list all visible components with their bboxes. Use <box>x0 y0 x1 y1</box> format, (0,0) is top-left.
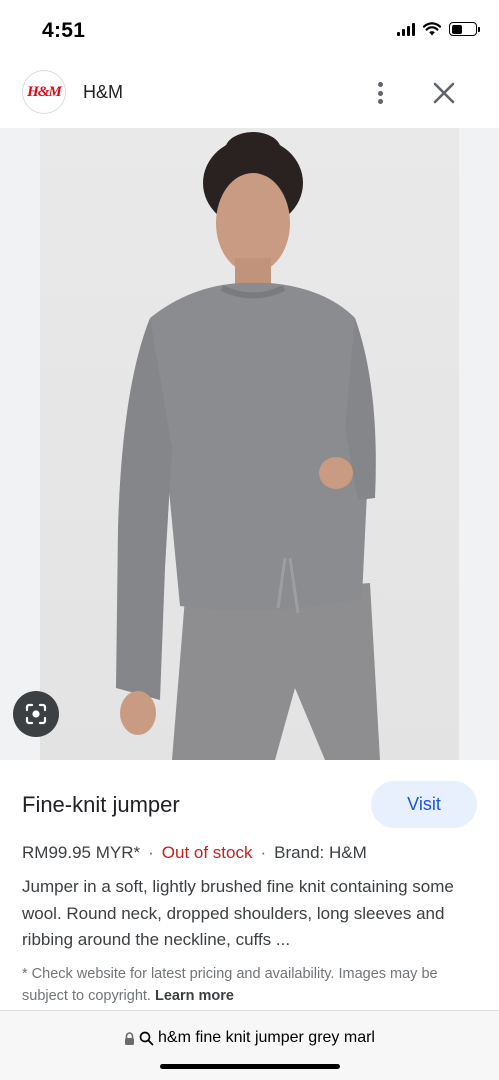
site-logo: H&M <box>22 70 66 114</box>
product-image-area <box>0 128 499 760</box>
product-image[interactable] <box>40 128 459 760</box>
search-query: h&m fine knit jumper grey marl <box>158 1029 375 1046</box>
model-illustration <box>116 132 380 760</box>
address-bar[interactable]: h&m fine knit jumper grey marl <box>0 1010 499 1080</box>
home-indicator <box>160 1064 340 1069</box>
lens-icon <box>25 703 47 725</box>
visit-button[interactable]: Visit <box>371 781 477 828</box>
signal-icon <box>397 22 415 36</box>
lock-icon <box>125 1031 135 1045</box>
result-header: H&M H&M <box>0 64 499 124</box>
product-title: Fine-knit jumper <box>22 792 180 817</box>
brand: Brand: H&M <box>274 843 367 862</box>
separator: · <box>148 843 154 862</box>
status-bar: 4:51 <box>0 0 499 60</box>
battery-icon <box>449 22 480 36</box>
more-vert-icon[interactable] <box>368 78 392 108</box>
url-row[interactable]: h&m fine knit jumper grey marl <box>0 1029 499 1047</box>
logo-text: H&M <box>27 83 62 100</box>
product-description: Jumper in a soft, lightly brushed fine k… <box>22 877 454 949</box>
close-icon[interactable] <box>431 80 457 106</box>
search-icon <box>139 1031 154 1045</box>
site-name: H&M <box>83 82 123 102</box>
separator: · <box>260 843 267 862</box>
price: RM99.95 MYR* <box>22 843 141 862</box>
lens-button[interactable] <box>13 691 59 737</box>
status-time: 4:51 <box>42 19 86 42</box>
wifi-icon <box>423 22 441 36</box>
status-icons <box>397 22 480 36</box>
learn-more-link[interactable]: Learn more <box>155 988 234 1004</box>
stock-status: Out of stock <box>161 843 253 862</box>
product-meta-row: RM99.95 MYR* · Out of stock · Brand: H&M <box>22 843 367 863</box>
disclaimer: * Check website for latest pricing and a… <box>22 963 472 1007</box>
